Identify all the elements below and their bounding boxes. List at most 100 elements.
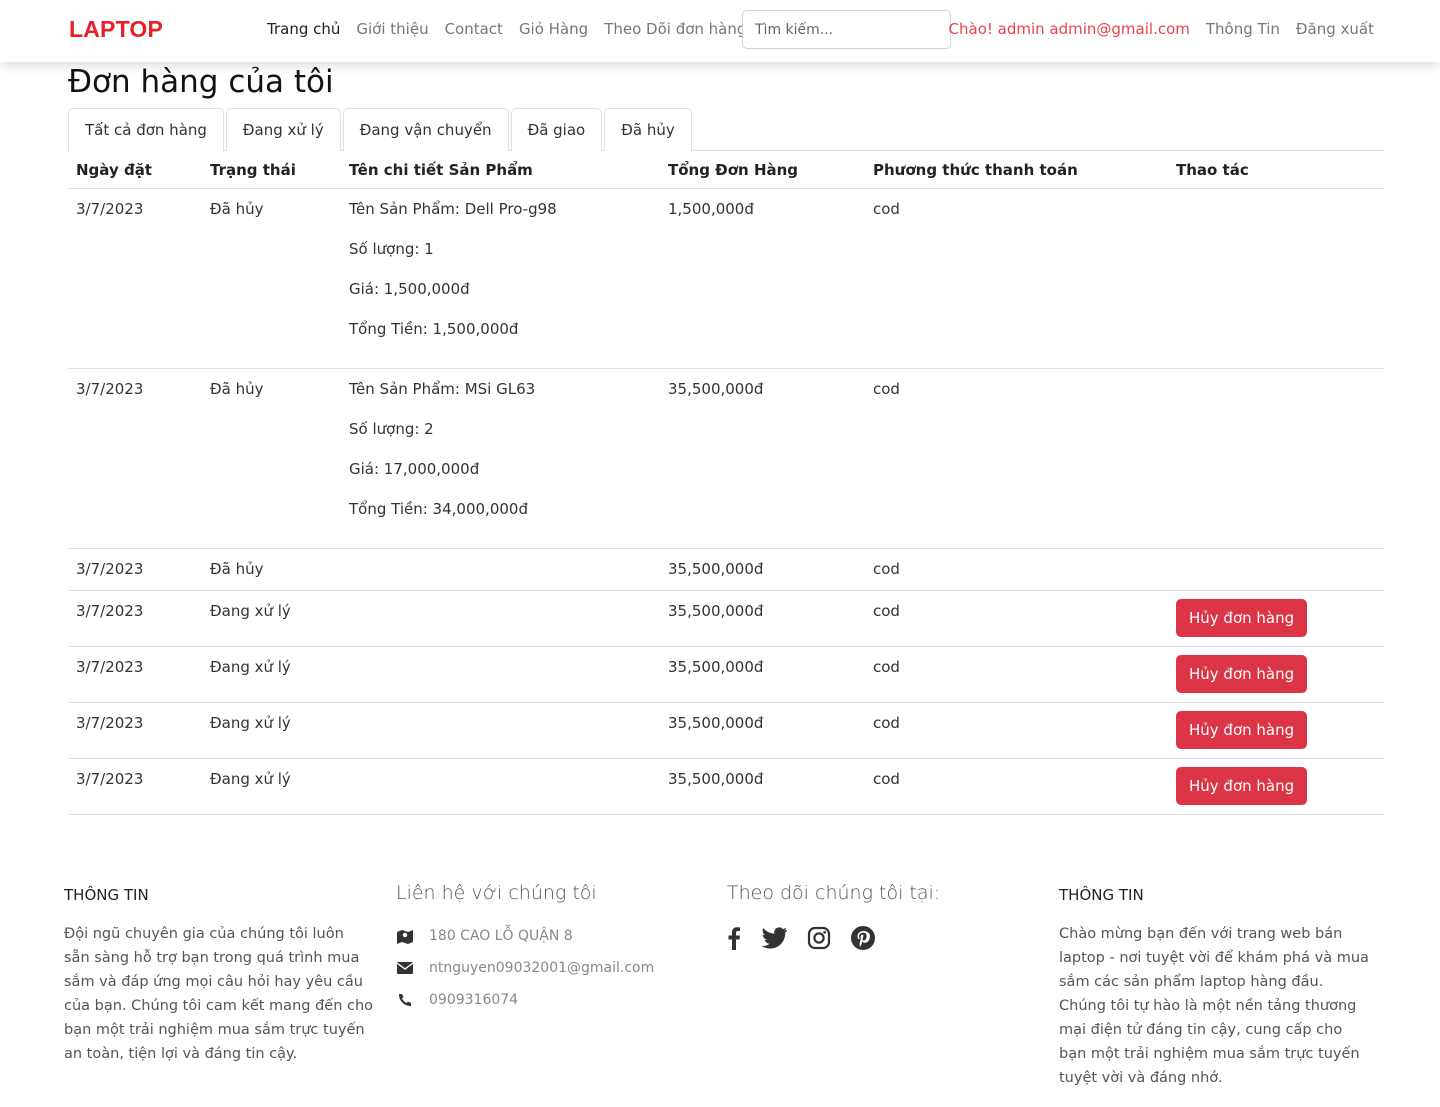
facebook-icon[interactable] — [727, 926, 741, 950]
header-order-total: Tổng Đơn Hàng — [660, 151, 865, 189]
contact-address: 180 CAO LỖ QUẬN 8 — [396, 920, 706, 952]
payment-method: cod — [865, 188, 1168, 369]
order-actions — [1168, 548, 1384, 591]
table-row: 3/7/2023 Đang xử lý 35,500,000đ cod Hủy … — [68, 646, 1384, 703]
footer-info-text: Chào mừng bạn đến với trang web bán lapt… — [1059, 926, 1369, 1086]
product-price: Giá: 17,000,000đ — [349, 460, 480, 478]
contact-address-text: 180 CAO LỖ QUẬN 8 — [429, 928, 573, 944]
nav-home[interactable]: Trang chủ — [259, 20, 348, 38]
header-status: Trạng thái — [202, 151, 341, 189]
contact-email-text[interactable]: ntnguyen09032001@gmail.com — [429, 960, 654, 976]
tab-shipping[interactable]: Đang vận chuyển — [342, 108, 509, 151]
header-product-details: Tên chi tiết Sản Phẩm — [341, 151, 660, 189]
order-date: 3/7/2023 — [68, 368, 202, 549]
footer: THÔNG TIN Đội ngũ chuyên gia của chúng t… — [64, 880, 1380, 1107]
tab-delivered[interactable]: Đã giao — [510, 108, 603, 151]
footer-info-title: THÔNG TIN — [1059, 886, 1144, 904]
order-status: Đang xử lý — [202, 758, 341, 815]
nav-user-area: Chào! admin admin@gmail.com Thông Tin Đă… — [941, 20, 1382, 38]
header-order-date: Ngày đặt — [68, 151, 202, 189]
tab-cancelled[interactable]: Đã hủy — [604, 108, 692, 151]
order-total: 35,500,000đ — [660, 590, 865, 647]
nav-cart[interactable]: Giỏ Hàng — [511, 20, 596, 38]
table-row: 3/7/2023 Đang xử lý 35,500,000đ cod Hủy … — [68, 702, 1384, 759]
contact-phone-text[interactable]: 0909316074 — [429, 992, 518, 1008]
order-status: Đã hủy — [202, 188, 341, 369]
order-status: Đang xử lý — [202, 702, 341, 759]
payment-method: cod — [865, 758, 1168, 815]
social-links — [727, 926, 1037, 950]
order-total: 1,500,000đ — [660, 188, 865, 369]
cancel-order-button[interactable]: Hủy đơn hàng — [1176, 655, 1308, 693]
payment-method: cod — [865, 590, 1168, 647]
orders-table: Ngày đặt Trạng thái Tên chi tiết Sản Phẩ… — [68, 151, 1384, 815]
nav-contact[interactable]: Contact — [437, 20, 511, 38]
contact-phone: 0909316074 — [396, 984, 706, 1016]
phone-icon — [396, 992, 414, 1008]
order-actions: Hủy đơn hàng — [1168, 758, 1384, 815]
header-payment-method: Phương thức thanh toán — [865, 151, 1168, 189]
product-quantity: Số lượng: 1 — [349, 240, 434, 258]
nav-about[interactable]: Giới thiệu — [348, 20, 436, 38]
order-actions — [1168, 368, 1384, 549]
order-status: Đã hủy — [202, 368, 341, 549]
product-details — [341, 590, 660, 647]
order-status: Đang xử lý — [202, 646, 341, 703]
envelope-icon — [396, 960, 414, 976]
user-greeting[interactable]: Chào! admin admin@gmail.com — [941, 20, 1198, 38]
product-price: Giá: 1,500,000đ — [349, 280, 470, 298]
footer-about-title: THÔNG TIN — [64, 886, 149, 904]
table-row: 3/7/2023 Đã hủy Tên Sản Phẩm: Dell Pro-g… — [68, 188, 1384, 369]
order-date: 3/7/2023 — [68, 188, 202, 369]
table-row: 3/7/2023 Đã hủy 35,500,000đ cod — [68, 548, 1384, 591]
order-status: Đã hủy — [202, 548, 341, 591]
footer-col-contact: Liên hệ với chúng tôi 180 CAO LỖ QUẬN 8 … — [396, 880, 706, 1016]
payment-method: cod — [865, 702, 1168, 759]
order-actions: Hủy đơn hàng — [1168, 590, 1384, 647]
product-details — [341, 702, 660, 759]
nav-order-tracking[interactable]: Theo Dõi đơn hàng — [596, 20, 754, 38]
instagram-icon[interactable] — [807, 926, 831, 950]
product-details: Tên Sản Phẩm: Dell Pro-g98 Số lượng: 1 G… — [341, 188, 660, 369]
navbar: LAPTOP Trang chủ Giới thiệu Contact Giỏ … — [0, 0, 1440, 62]
order-total: 35,500,000đ — [660, 702, 865, 759]
twitter-icon[interactable] — [761, 926, 787, 950]
order-date: 3/7/2023 — [68, 758, 202, 815]
tab-processing[interactable]: Đang xử lý — [225, 108, 341, 151]
order-actions: Hủy đơn hàng — [1168, 646, 1384, 703]
product-details: Tên Sản Phẩm: MSi GL63 Số lượng: 2 Giá: … — [341, 368, 660, 549]
cancel-order-button[interactable]: Hủy đơn hàng — [1176, 767, 1308, 805]
nav-profile[interactable]: Thông Tin — [1198, 20, 1288, 38]
page-title: Đơn hàng của tôi — [68, 64, 334, 100]
footer-social-title: Theo dõi chúng tôi tại: — [727, 882, 941, 904]
cancel-order-button[interactable]: Hủy đơn hàng — [1176, 599, 1308, 637]
table-row: 3/7/2023 Đang xử lý 35,500,000đ cod Hủy … — [68, 590, 1384, 647]
nav-links: Trang chủ Giới thiệu Contact Giỏ Hàng Th… — [259, 20, 754, 38]
payment-method: cod — [865, 646, 1168, 703]
order-status: Đang xử lý — [202, 590, 341, 647]
order-total: 35,500,000đ — [660, 368, 865, 549]
order-date: 3/7/2023 — [68, 702, 202, 759]
product-details — [341, 758, 660, 815]
brand-logo[interactable]: LAPTOP — [69, 16, 163, 43]
product-subtotal: Tổng Tiền: 1,500,000đ — [349, 320, 519, 338]
payment-method: cod — [865, 368, 1168, 549]
product-name: Tên Sản Phẩm: Dell Pro-g98 — [349, 200, 557, 218]
product-name: Tên Sản Phẩm: MSi GL63 — [349, 380, 536, 398]
nav-logout[interactable]: Đăng xuất — [1288, 20, 1382, 38]
table-row: 3/7/2023 Đã hủy Tên Sản Phẩm: MSi GL63 S… — [68, 368, 1384, 549]
cancel-order-button[interactable]: Hủy đơn hàng — [1176, 711, 1308, 749]
footer-col-about: THÔNG TIN Đội ngũ chuyên gia của chúng t… — [64, 880, 374, 1066]
search-input[interactable] — [742, 10, 951, 49]
order-total: 35,500,000đ — [660, 758, 865, 815]
order-actions — [1168, 188, 1384, 369]
order-total: 35,500,000đ — [660, 548, 865, 591]
table-header-row: Ngày đặt Trạng thái Tên chi tiết Sản Phẩ… — [68, 151, 1384, 189]
tab-all-orders[interactable]: Tất cả đơn hàng — [68, 108, 224, 152]
order-total: 35,500,000đ — [660, 646, 865, 703]
map-icon — [396, 928, 414, 944]
footer-contact-title: Liên hệ với chúng tôi — [396, 882, 597, 904]
order-date: 3/7/2023 — [68, 590, 202, 647]
pinterest-icon[interactable] — [851, 926, 875, 950]
product-quantity: Số lượng: 2 — [349, 420, 434, 438]
